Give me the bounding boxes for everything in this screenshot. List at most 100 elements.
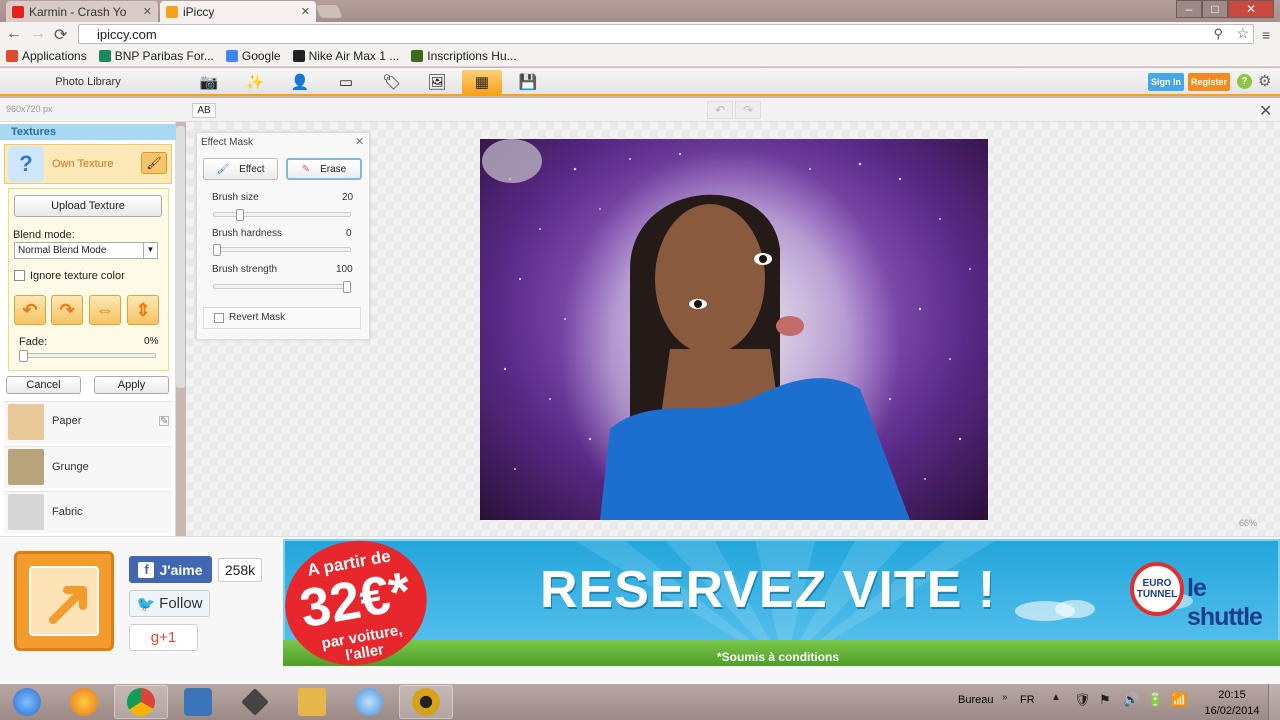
desktop-toolbar-label[interactable]: Bureau xyxy=(958,694,993,706)
mail-taskbar-button[interactable] xyxy=(342,685,396,719)
edit-icon[interactable]: ✎ xyxy=(159,416,169,427)
fade-slider-thumb[interactable] xyxy=(19,350,28,362)
youtube-icon xyxy=(12,5,24,18)
bookmark-google[interactable]: Google xyxy=(225,49,281,63)
explorer-taskbar-button[interactable] xyxy=(285,685,339,719)
brush-strength-slider[interactable] xyxy=(213,284,351,289)
brush-size-thumb[interactable] xyxy=(236,209,245,221)
camera-icon[interactable]: 📷 xyxy=(189,70,229,94)
maximize-button[interactable]: □ xyxy=(1202,0,1228,18)
close-tab-icon[interactable]: ✕ xyxy=(301,5,310,18)
apply-button[interactable]: Apply xyxy=(94,376,169,394)
brush-icon[interactable]: 🖌 xyxy=(141,152,167,174)
texture-label-fabric: Fabric xyxy=(52,506,83,518)
portrait-icon[interactable]: 👤 xyxy=(280,70,320,94)
effect-button[interactable]: 🖌 Effect xyxy=(203,158,278,180)
tab-ipiccy[interactable]: iPiccy ✕ xyxy=(160,1,316,22)
rt-taskbar-button[interactable] xyxy=(228,685,282,719)
firefox-taskbar-button[interactable] xyxy=(57,685,111,719)
minimize-button[interactable]: – xyxy=(1176,0,1202,18)
blend-mode-label: Blend mode: xyxy=(13,229,75,241)
system-clock[interactable]: 20:15 16/02/2014 xyxy=(1203,687,1261,719)
language-indicator[interactable]: FR xyxy=(1020,694,1035,706)
gear-icon[interactable]: ⚙ xyxy=(1258,72,1271,90)
paper-thumbnail xyxy=(8,404,44,440)
picture-icon[interactable]: 🖼 xyxy=(417,70,457,94)
register-button[interactable]: Register xyxy=(1188,73,1230,91)
own-texture-label: Own Texture xyxy=(52,158,114,170)
bookmark-inscriptions[interactable]: Inscriptions Hu... xyxy=(411,49,517,63)
fade-slider[interactable] xyxy=(22,353,156,358)
movie-maker-taskbar-button[interactable] xyxy=(171,685,225,719)
close-editor-icon[interactable]: ✕ xyxy=(1259,101,1272,121)
clock-time: 20:15 xyxy=(1218,689,1246,701)
rotate-right-icon[interactable]: ↷ xyxy=(51,295,83,325)
antivirus-icon[interactable]: 🛡 xyxy=(1074,692,1091,708)
magic-wand-icon[interactable]: ✨ xyxy=(235,70,275,94)
textures-icon[interactable]: ▦ xyxy=(462,70,502,94)
brush-size-slider[interactable] xyxy=(213,212,351,217)
upload-texture-button[interactable]: Upload Texture xyxy=(14,195,162,217)
close-tab-icon[interactable]: ✕ xyxy=(143,5,152,18)
revert-mask-checkbox[interactable] xyxy=(214,313,224,323)
sign-in-button[interactable]: Sign In xyxy=(1148,73,1184,91)
bookmark-bnp[interactable]: BNP Paribas For... xyxy=(98,49,214,63)
network-icon[interactable]: 📶 xyxy=(1171,692,1187,708)
edited-photo[interactable] xyxy=(480,139,988,520)
show-desktop-button[interactable] xyxy=(1268,684,1280,720)
help-icon[interactable]: ? xyxy=(1237,74,1252,89)
new-tab-button[interactable] xyxy=(315,5,343,18)
panel-scrollbar[interactable] xyxy=(176,126,185,388)
forward-button[interactable]: → xyxy=(30,25,46,43)
menu-icon[interactable]: ≡ xyxy=(1262,27,1270,43)
facebook-like-button[interactable]: f J'aime xyxy=(129,556,212,583)
star-icon[interactable]: ☆ xyxy=(1236,25,1249,42)
double-chevron-icon[interactable]: » xyxy=(1002,692,1008,703)
battery-icon[interactable]: 🔋 xyxy=(1147,692,1163,708)
redo-button[interactable]: ↷ xyxy=(735,101,761,119)
windows-start-button[interactable] xyxy=(0,685,54,719)
reload-button[interactable]: ⟳ xyxy=(54,25,67,45)
rotate-left-icon[interactable]: ↶ xyxy=(14,295,46,325)
chrome-taskbar-button[interactable] xyxy=(114,685,168,719)
undo-button[interactable]: ↶ xyxy=(707,101,733,119)
close-icon[interactable]: ✕ xyxy=(355,135,364,148)
brush-hardness-slider[interactable] xyxy=(213,247,351,252)
stamp-icon[interactable]: 🏷 xyxy=(372,70,412,94)
eraser-icon: ✎ xyxy=(301,163,311,175)
grunge-thumbnail xyxy=(8,449,44,485)
ad-conditions: *Soumis à conditions xyxy=(717,650,840,664)
volume-icon[interactable]: 🔊 xyxy=(1123,692,1139,708)
bookmark-nike[interactable]: Nike Air Max 1 ... xyxy=(292,49,399,63)
erase-button[interactable]: ✎ Erase xyxy=(286,158,362,180)
facebook-icon: f xyxy=(138,561,155,578)
flip-vertical-icon[interactable]: ⇕ xyxy=(127,295,159,325)
media-player-taskbar-button[interactable] xyxy=(399,685,453,719)
bookmarks-bar: Applications BNP Paribas For... Google N… xyxy=(0,46,1280,67)
tab-karmin[interactable]: Karmin - Crash Yo ✕ xyxy=(6,1,158,22)
image-dimensions: 960x720 px xyxy=(6,104,53,114)
flip-horizontal-icon[interactable]: ⇔ xyxy=(89,295,121,325)
action-center-icon[interactable]: ⚑ xyxy=(1099,692,1111,708)
bookmark-applications[interactable]: Applications xyxy=(6,49,87,63)
compare-icon[interactable]: AB xyxy=(192,103,216,118)
ignore-color-checkbox[interactable] xyxy=(14,270,25,281)
tray-expand-icon[interactable]: ▲ xyxy=(1051,692,1061,703)
brush-hardness-thumb[interactable] xyxy=(213,244,221,256)
photo-library-tab[interactable]: Photo Library xyxy=(0,68,176,96)
paintbrush-icon: 🖌 xyxy=(216,163,230,175)
address-bar[interactable]: ipiccy.com ⚲ ☆ xyxy=(78,24,1254,44)
search-icon[interactable]: ⚲ xyxy=(1213,26,1223,42)
blend-mode-select[interactable]: Normal Blend Mode ▼ xyxy=(14,242,158,259)
twitter-follow-button[interactable]: 🐦 Follow xyxy=(129,590,210,617)
close-window-button[interactable]: ✕ xyxy=(1228,0,1274,18)
google-plus-button[interactable]: g+1 xyxy=(129,624,198,651)
eurotunnel-logo: EURO TUNNEL xyxy=(1130,562,1184,616)
bnp-icon xyxy=(98,50,111,62)
fade-value: 0% xyxy=(144,336,159,347)
save-icon[interactable]: 💾 xyxy=(508,70,548,94)
back-button[interactable]: ← xyxy=(6,25,22,43)
frame-icon[interactable]: ▭ xyxy=(326,70,366,94)
brush-strength-thumb[interactable] xyxy=(343,281,351,293)
cancel-button[interactable]: Cancel xyxy=(6,376,81,394)
